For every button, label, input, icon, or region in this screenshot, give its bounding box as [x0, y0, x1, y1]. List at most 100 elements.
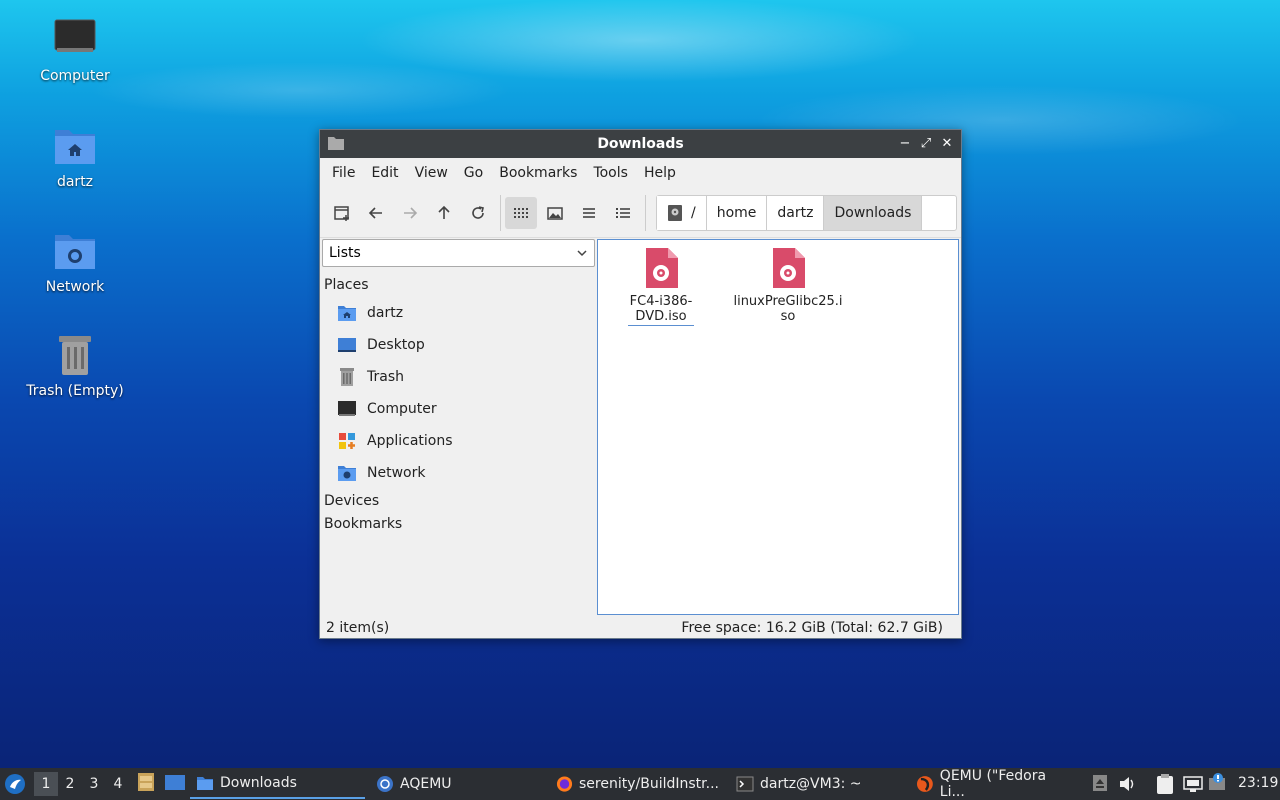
- side-pane-mode-select[interactable]: Lists: [322, 239, 595, 267]
- minimize-button[interactable]: −: [896, 135, 914, 153]
- breadcrumb-downloads[interactable]: Downloads: [824, 195, 923, 230]
- detail-list-icon: [616, 207, 630, 218]
- desktop-icon-computer[interactable]: Computer: [15, 18, 135, 84]
- menu-tools[interactable]: Tools: [585, 165, 636, 181]
- toolbar-separator: [645, 194, 646, 231]
- menu-help[interactable]: Help: [636, 165, 684, 181]
- tray-network-button[interactable]: [1182, 774, 1204, 794]
- task-downloads[interactable]: Downloads: [190, 769, 365, 799]
- place-dartz[interactable]: dartz: [321, 297, 595, 329]
- desktop-icon-network[interactable]: Network: [15, 229, 135, 295]
- place-desktop[interactable]: Desktop: [321, 329, 595, 361]
- bookmarks-heading[interactable]: Bookmarks: [321, 512, 595, 535]
- devices-heading[interactable]: Devices: [321, 489, 595, 512]
- status-bar: 2 item(s) Free space: 16.2 GiB (Total: 6…: [320, 618, 961, 638]
- place-computer[interactable]: Computer: [321, 393, 595, 425]
- network-folder-icon: [53, 229, 97, 273]
- terminal-icon: [736, 776, 754, 792]
- file-name: DVD.iso: [635, 309, 687, 324]
- breadcrumb: / home dartz Downloads: [656, 194, 958, 231]
- file-view[interactable]: FC4-i386- DVD.iso linuxPreGlibc25.i so: [597, 239, 959, 615]
- file-item[interactable]: FC4-i386- DVD.iso: [596, 240, 726, 326]
- breadcrumb-dartz[interactable]: dartz: [767, 195, 825, 230]
- tray-eject-button[interactable]: [1092, 774, 1110, 794]
- back-button[interactable]: [360, 197, 392, 229]
- window-titlebar[interactable]: Downloads − ⤢ ✕: [320, 130, 961, 158]
- file-name: linuxPreGlibc25.i: [733, 294, 843, 309]
- up-button[interactable]: [428, 197, 460, 229]
- lubuntu-logo-icon: [5, 774, 25, 794]
- clock[interactable]: 23:19: [1238, 775, 1278, 791]
- reload-button[interactable]: [462, 197, 494, 229]
- desktop-icon-label: dartz: [56, 174, 94, 190]
- tray-updates-button[interactable]: [1208, 772, 1228, 792]
- workspace-1[interactable]: 1: [34, 772, 58, 796]
- trash-icon: [337, 367, 357, 387]
- arrow-right-icon: [404, 206, 418, 219]
- network-icon: [1183, 776, 1203, 792]
- grid-icon: [514, 207, 528, 218]
- icon-view-button[interactable]: [505, 196, 537, 229]
- file-name: FC4-i386-: [629, 294, 693, 309]
- menu-view[interactable]: View: [407, 165, 456, 181]
- place-trash[interactable]: Trash: [321, 361, 595, 393]
- taskbar: 1 2 3 4 Downloads AQEMU serenity/BuildIn…: [0, 768, 1280, 800]
- workspace-2[interactable]: 2: [58, 776, 82, 792]
- task-firefox[interactable]: serenity/BuildInstr...: [550, 769, 725, 799]
- maximize-button[interactable]: ⤢: [917, 135, 935, 153]
- forward-button[interactable]: [394, 197, 426, 229]
- detailed-view-button[interactable]: [607, 197, 639, 229]
- desktop-icon-home[interactable]: dartz: [15, 124, 135, 190]
- task-qemu[interactable]: QEMU ("Fedora Li...: [910, 768, 1080, 800]
- new-tab-button[interactable]: [326, 197, 358, 229]
- disc-image-icon: [644, 248, 678, 288]
- thumbnail-view-button[interactable]: [539, 197, 571, 229]
- file-cabinet-launcher[interactable]: [136, 772, 160, 796]
- breadcrumb-home[interactable]: home: [706, 195, 768, 230]
- arrow-up-icon: [438, 205, 450, 219]
- folder-icon: [197, 777, 213, 790]
- task-aqemu[interactable]: AQEMU: [370, 769, 545, 799]
- close-button[interactable]: ✕: [938, 135, 956, 153]
- file-item[interactable]: linuxPreGlibc25.i so: [723, 240, 853, 324]
- menu-file[interactable]: File: [324, 165, 363, 181]
- drive-icon: [668, 204, 682, 221]
- update-notification-icon: [1209, 773, 1225, 790]
- menu-go[interactable]: Go: [456, 165, 491, 181]
- volume-icon: [1120, 777, 1134, 791]
- workspace-3[interactable]: 3: [82, 776, 106, 792]
- clipboard-icon: [1157, 774, 1173, 794]
- tray-volume-button[interactable]: [1118, 774, 1138, 794]
- desktop-icon-trash[interactable]: Trash (Empty): [15, 333, 135, 399]
- toolbar-separator: [500, 194, 501, 231]
- desktop-icon: [165, 775, 185, 790]
- menu-bar: File Edit View Go Bookmarks Tools Help: [320, 158, 961, 188]
- start-menu-button[interactable]: [0, 769, 30, 799]
- new-tab-icon: [334, 205, 349, 221]
- aqemu-icon: [377, 776, 393, 792]
- side-pane: Lists Places dartz Desktop Trash Compute…: [321, 239, 595, 615]
- show-desktop-button[interactable]: [164, 772, 188, 796]
- file-name: so: [780, 309, 796, 324]
- workspace-4[interactable]: 4: [106, 776, 130, 792]
- desktop-icon-label: Trash (Empty): [26, 383, 124, 399]
- computer-icon: [337, 399, 357, 419]
- computer-icon: [53, 18, 97, 62]
- menu-bookmarks[interactable]: Bookmarks: [491, 165, 585, 181]
- toolbar: / home dartz Downloads: [320, 188, 961, 238]
- tray-clipboard-button[interactable]: [1156, 773, 1176, 795]
- compact-view-button[interactable]: [573, 197, 605, 229]
- menu-edit[interactable]: Edit: [363, 165, 406, 181]
- qemu-icon: [916, 776, 933, 792]
- place-network[interactable]: Network: [321, 457, 595, 489]
- disc-image-icon: [771, 248, 805, 288]
- firefox-icon: [556, 776, 573, 792]
- network-folder-icon: [337, 463, 357, 483]
- file-manager-window: Downloads − ⤢ ✕ File Edit View Go Bookma…: [319, 129, 962, 639]
- image-icon: [547, 206, 563, 220]
- places-heading[interactable]: Places: [321, 267, 595, 297]
- task-terminal[interactable]: dartz@VM3: ~: [730, 769, 905, 799]
- breadcrumb-root[interactable]: /: [657, 195, 707, 230]
- place-applications[interactable]: Applications: [321, 425, 595, 457]
- file-cabinet-icon: [138, 773, 154, 791]
